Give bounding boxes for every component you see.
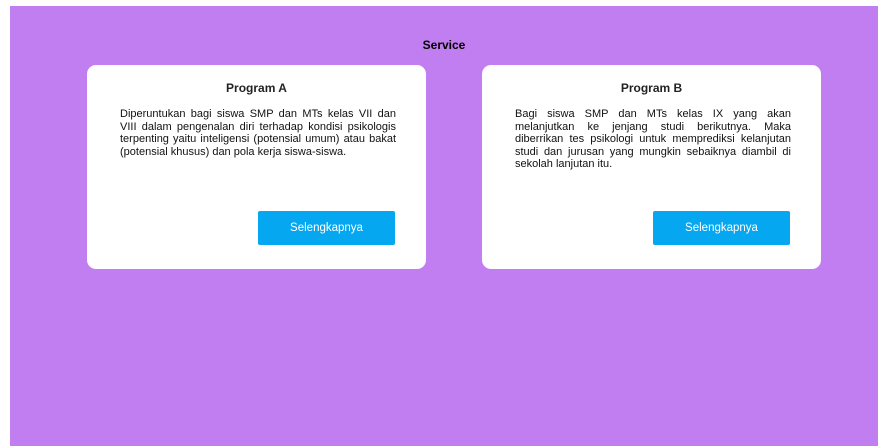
read-more-button-b[interactable]: Selengkapnya (653, 211, 790, 245)
program-card-a: Program A Diperuntukan bagi siswa SMP da… (87, 65, 426, 269)
read-more-button-a[interactable]: Selengkapnya (258, 211, 395, 245)
card-description: Bagi siswa SMP dan MTs kelas IX yang aka… (515, 108, 791, 170)
card-title: Program A (226, 81, 287, 95)
card-description: Diperuntukan bagi siswa SMP dan MTs kela… (120, 108, 396, 158)
card-title: Program B (620, 81, 683, 95)
program-card-b: Program B Bagi siswa SMP dan MTs kelas I… (482, 65, 821, 269)
section-title: Service (422, 38, 466, 52)
service-section: Service Program A Diperuntukan bagi sisw… (10, 6, 878, 446)
